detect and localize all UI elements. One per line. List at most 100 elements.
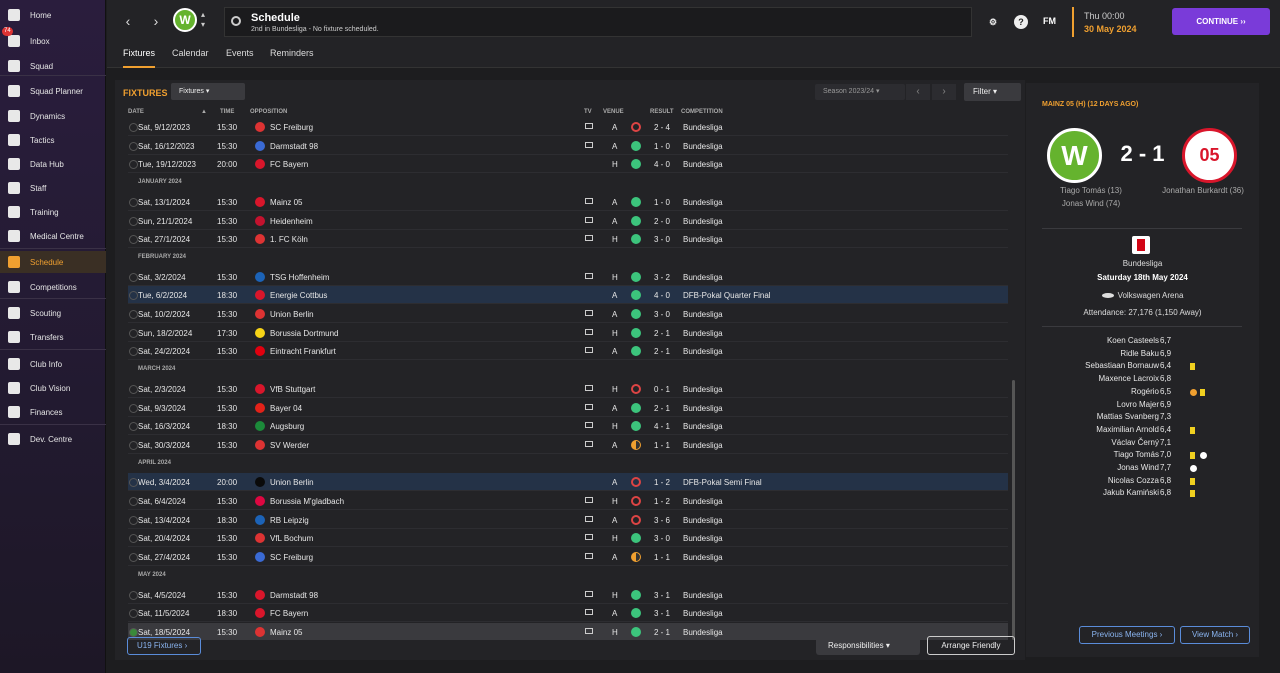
opponent-crest-icon[interactable] xyxy=(255,589,265,600)
fixture-opposition[interactable]: VfB Stuttgart xyxy=(270,385,315,394)
fixture-opposition[interactable]: VfL Bochum xyxy=(270,534,313,543)
fixture-row[interactable]: Sat, 16/3/2024 18:30 Augsburg H 4 - 1 Bundesl… xyxy=(128,417,1008,436)
fixture-opposition[interactable]: FC Bayern xyxy=(270,609,308,618)
opponent-crest-icon[interactable] xyxy=(255,290,265,301)
tab-events[interactable]: Events xyxy=(226,48,254,68)
player-rating-row[interactable]: Rogério 6,5 xyxy=(1026,387,1259,399)
opponent-crest-icon[interactable] xyxy=(255,439,265,450)
opponent-crest-icon[interactable] xyxy=(255,234,265,245)
player-name[interactable]: Ridle Baku xyxy=(1120,349,1159,358)
player-name[interactable]: Lovro Majer xyxy=(1117,400,1159,409)
tab-fixtures[interactable]: Fixtures xyxy=(123,48,156,68)
player-name[interactable]: Tiago Tomás xyxy=(1114,450,1159,459)
season-next-button[interactable]: › xyxy=(932,84,956,100)
opponent-crest-icon[interactable] xyxy=(255,477,265,488)
responsibilities-button[interactable]: Responsibilities ▾ xyxy=(816,636,920,655)
fixture-opposition[interactable]: SC Freiburg xyxy=(270,123,313,132)
fixtures-view-dropdown[interactable]: Fixtures ▾ xyxy=(171,83,245,100)
fixture-competition[interactable]: Bundesliga xyxy=(683,609,723,618)
sidebar-item-transfers[interactable]: Transfers xyxy=(0,326,106,348)
fixture-competition[interactable]: Bundesliga xyxy=(683,404,723,413)
fixture-row[interactable]: Sat, 3/2/2024 15:30 TSG Hoffenheim H 3 - 2 Bu… xyxy=(128,268,1008,286)
opponent-crest-icon[interactable] xyxy=(255,215,265,226)
fixture-row[interactable]: Tue, 6/2/2024 18:30 Energie Cottbus A 4 - 0 D… xyxy=(128,286,1008,305)
fixture-opposition[interactable]: RB Leipzig xyxy=(270,516,309,525)
player-rating-row[interactable]: Maximilian Arnold 6,4 xyxy=(1026,425,1259,437)
col-tv[interactable]: TV xyxy=(584,109,592,115)
opponent-crest-icon[interactable] xyxy=(255,514,265,525)
sidebar-item-staff[interactable]: Staff xyxy=(0,177,106,199)
fixture-select-icon[interactable] xyxy=(129,291,138,301)
player-rating-row[interactable]: Tiago Tomás 7,0 xyxy=(1026,450,1259,462)
fixture-row[interactable]: Sun, 18/2/2024 17:30 Borussia Dortmund H 2 -… xyxy=(128,324,1008,342)
fixture-opposition[interactable]: Darmstadt 98 xyxy=(270,591,318,600)
opponent-crest-icon[interactable] xyxy=(255,346,265,357)
fixture-row[interactable]: Tue, 19/12/2023 20:00 FC Bayern H 4 - 0 Bunde… xyxy=(128,155,1008,174)
fixture-select-icon[interactable] xyxy=(129,403,138,413)
fixture-select-icon[interactable] xyxy=(129,328,138,338)
search-icon[interactable] xyxy=(231,16,241,26)
sidebar-item-finances[interactable]: Finances xyxy=(0,401,106,423)
opponent-crest-icon[interactable] xyxy=(255,533,265,544)
player-rating-row[interactable]: Sebastiaan Bornauw 6,4 xyxy=(1026,361,1259,373)
fixture-select-icon[interactable] xyxy=(129,440,138,450)
fixture-opposition[interactable]: Union Berlin xyxy=(270,310,314,319)
help-icon[interactable]: ? xyxy=(1014,15,1028,29)
opponent-crest-icon[interactable] xyxy=(255,402,265,413)
fixture-opposition[interactable]: FC Bayern xyxy=(270,160,308,169)
arrange-friendly-button[interactable]: Arrange Friendly xyxy=(927,636,1015,655)
fixture-opposition[interactable]: 1. FC Köln xyxy=(270,235,308,244)
fixture-competition[interactable]: DFB-Pokal Semi Final xyxy=(683,478,762,487)
fixture-competition[interactable]: Bundesliga xyxy=(683,310,723,319)
fixture-competition[interactable]: DFB-Pokal Quarter Final xyxy=(683,291,771,300)
season-prev-button[interactable]: ‹ xyxy=(906,84,930,100)
filter-button[interactable]: Filter ▾ xyxy=(964,83,1021,101)
player-name[interactable]: Jakub Kamiński xyxy=(1103,488,1159,497)
fixture-select-icon[interactable] xyxy=(129,272,138,282)
fixture-row[interactable]: Sat, 24/2/2024 15:30 Eintracht Frankfurt A 2… xyxy=(128,342,1008,361)
player-name[interactable]: Maximilian Arnold xyxy=(1096,425,1159,434)
opponent-crest-icon[interactable] xyxy=(255,327,265,338)
fixtures-scrollbar[interactable] xyxy=(1012,380,1015,640)
view-match-button[interactable]: View Match › xyxy=(1180,626,1250,644)
fixture-opposition[interactable]: Augsburg xyxy=(270,422,304,431)
sidebar-item-scouting[interactable]: Scouting xyxy=(0,302,106,324)
sidebar-item-medical-centre[interactable]: Medical Centre xyxy=(0,225,106,247)
fixture-select-icon[interactable] xyxy=(129,627,138,637)
fixture-row[interactable]: Sat, 10/2/2024 15:30 Union Berlin A 3 - 0 Bun… xyxy=(128,305,1008,323)
opponent-crest-icon[interactable] xyxy=(255,122,265,132)
player-name[interactable]: Nicolas Cozza xyxy=(1108,476,1159,485)
fixture-opposition[interactable]: Borussia M'gladbach xyxy=(270,497,344,506)
fixture-select-icon[interactable] xyxy=(129,160,138,170)
fixture-select-icon[interactable] xyxy=(129,216,138,226)
fixture-select-icon[interactable] xyxy=(129,497,138,506)
fixture-opposition[interactable]: SC Freiburg xyxy=(270,553,313,562)
fixture-select-icon[interactable] xyxy=(129,422,138,432)
fixture-competition[interactable]: Bundesliga xyxy=(683,422,723,431)
player-rating-row[interactable]: Mattias Svanberg 7,3 xyxy=(1026,412,1259,424)
fixture-opposition[interactable]: Mainz 05 xyxy=(270,628,302,637)
tab-reminders[interactable]: Reminders xyxy=(270,48,314,68)
fixture-opposition[interactable]: TSG Hoffenheim xyxy=(270,273,329,282)
fixture-opposition[interactable]: Darmstadt 98 xyxy=(270,142,318,151)
player-name[interactable]: Václav Černý xyxy=(1111,438,1159,447)
opponent-crest-icon[interactable] xyxy=(255,552,265,563)
player-rating-row[interactable]: Jakub Kamiński 6,8 xyxy=(1026,488,1259,500)
forward-button[interactable]: › xyxy=(147,11,165,31)
fixture-row[interactable]: Sat, 6/4/2024 15:30 Borussia M'gladbach H 1 … xyxy=(128,492,1008,510)
fixture-opposition[interactable]: Union Berlin xyxy=(270,478,314,487)
sidebar-item-schedule[interactable]: Schedule xyxy=(0,251,106,273)
player-rating-row[interactable]: Maxence Lacroix 6,8 xyxy=(1026,374,1259,386)
fixture-competition[interactable]: Bundesliga xyxy=(683,123,723,132)
player-name[interactable]: Jonas Wind xyxy=(1117,463,1159,472)
sidebar-item-dev-centre[interactable]: Dev. Centre xyxy=(0,428,106,450)
fixture-select-icon[interactable] xyxy=(129,534,138,544)
fixture-select-icon[interactable] xyxy=(129,235,138,245)
fixture-competition[interactable]: Bundesliga xyxy=(683,347,723,356)
opponent-crest-icon[interactable] xyxy=(255,196,265,207)
fixture-select-icon[interactable] xyxy=(129,347,138,357)
fixture-row[interactable]: Sat, 16/12/2023 15:30 Darmstadt 98 A 1 - 0 Bu… xyxy=(128,137,1008,155)
season-dropdown[interactable]: Season 2023/24 ▾ xyxy=(815,84,905,100)
player-rating-row[interactable]: Jonas Wind 7,7 xyxy=(1026,463,1259,475)
fixture-select-icon[interactable] xyxy=(129,553,138,563)
